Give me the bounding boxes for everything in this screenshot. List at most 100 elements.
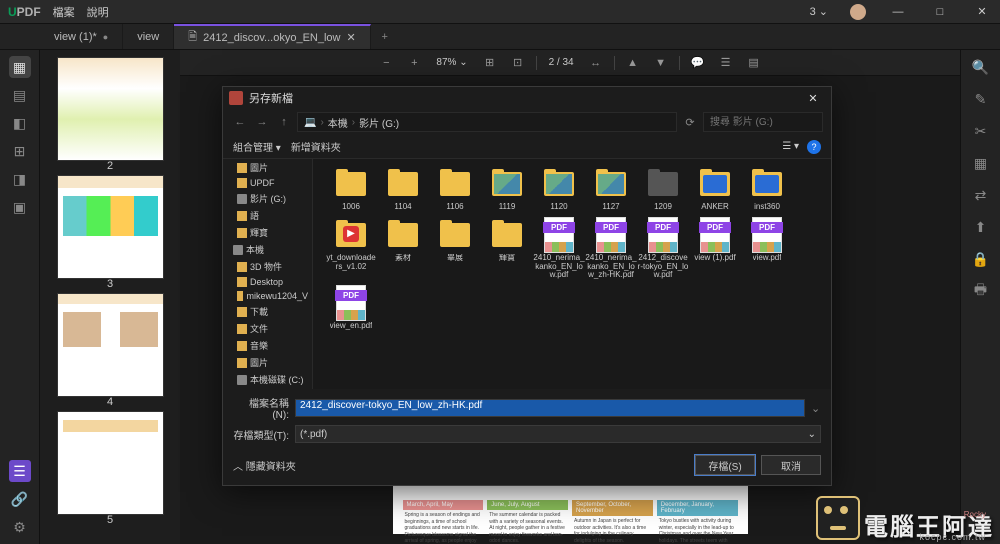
tool-icon-1[interactable]: ◧	[9, 112, 31, 134]
file-item[interactable]: 2410_nerima_kanko_EN_low_zh-HK.pdf	[585, 218, 637, 280]
organize-icon[interactable]: ▦	[970, 152, 992, 174]
tree-item[interactable]: Desktop	[223, 275, 312, 289]
menu-file[interactable]: 檔案	[53, 4, 75, 20]
tree-item[interactable]: 影片 (G:)	[223, 190, 312, 207]
nav-back-icon[interactable]: ←	[231, 113, 249, 131]
hide-folders-toggle[interactable]: 隱藏資料夾	[233, 458, 296, 473]
tool-icon-2[interactable]: ⊞	[9, 140, 31, 162]
view-options-icon[interactable]: ☰ ▾	[782, 141, 799, 152]
file-item[interactable]: 1127	[585, 167, 637, 212]
print-icon[interactable]: 🖶	[970, 280, 992, 302]
notif-count[interactable]: 3 ⌄	[810, 5, 828, 18]
tree-item[interactable]: Game (D:)	[223, 388, 312, 389]
fit-page-icon[interactable]: ⊡	[508, 53, 528, 73]
filetype-select[interactable]: (*.pdf)⌄	[295, 425, 821, 443]
file-item[interactable]: 2412_discover-tokyo_EN_low.pdf	[637, 218, 689, 280]
page-fit-icon[interactable]: ↔	[586, 53, 606, 73]
tree-item[interactable]: UPDF	[223, 176, 312, 190]
right-rail: 🔍 ✎ ✂ ▦ ⇄ ⬆ 🔒 🖶	[960, 50, 1000, 544]
tree-item[interactable]: 語	[223, 207, 312, 224]
page-up-icon[interactable]: ▲	[623, 53, 643, 73]
nav-forward-icon[interactable]: →	[253, 113, 271, 131]
season-winter-text: Tokyo bustles with activity during winte…	[657, 516, 738, 544]
tree-item[interactable]: 文件	[223, 320, 312, 337]
file-item[interactable]: view.pdf	[741, 218, 793, 280]
tree-item[interactable]: 圖片	[223, 159, 312, 176]
file-item[interactable]: 1106	[429, 167, 481, 212]
help-icon[interactable]: ?	[807, 140, 821, 154]
zoom-level[interactable]: 87% ⌄	[432, 57, 471, 68]
annotate-icon[interactable]: ✂	[970, 120, 992, 142]
zoom-in-icon[interactable]: +	[404, 53, 424, 73]
cancel-button[interactable]: 取消	[761, 455, 821, 475]
protect-icon[interactable]: 🔒	[970, 248, 992, 270]
file-item[interactable]: 畢展	[429, 218, 481, 280]
comment-icon[interactable]: 💬	[688, 53, 708, 73]
avatar[interactable]	[850, 4, 866, 20]
thumb-page-3[interactable]	[58, 176, 163, 278]
file-item[interactable]: yt_downloaders_v1.02	[325, 218, 377, 280]
tree-item[interactable]: 本機磁碟 (C:)	[223, 371, 312, 388]
thumb-page-5[interactable]	[58, 412, 163, 514]
add-tab-button[interactable]: +	[371, 24, 399, 49]
tab-view[interactable]: view	[123, 24, 174, 49]
zoom-out-icon[interactable]: −	[376, 53, 396, 73]
file-item[interactable]: view_en.pdf	[325, 286, 377, 331]
organize-menu[interactable]: 組合管理 ▾	[233, 139, 281, 154]
tool-icon-4[interactable]: ▣	[9, 196, 31, 218]
new-folder-button[interactable]: 新增資料夾	[291, 139, 341, 154]
tree-item[interactable]: 3D 物件	[223, 258, 312, 275]
attach-icon[interactable]: 🔗	[9, 488, 31, 510]
file-item[interactable]: 1209	[637, 167, 689, 212]
file-item[interactable]: 素材	[377, 218, 429, 280]
file-item[interactable]: 輝寶	[481, 218, 533, 280]
page-indicator[interactable]: 2 / 34	[545, 57, 578, 68]
folder-tree[interactable]: 圖片UPDF影片 (G:)語輝寶本機3D 物件Desktopmikewu1204…	[223, 159, 313, 389]
settings-icon[interactable]: ⚙	[9, 516, 31, 538]
filename-input[interactable]: 2412_discover-tokyo_EN_low_zh-HK.pdf	[295, 399, 805, 417]
nav-up-icon[interactable]: ↑	[275, 113, 293, 131]
search-icon[interactable]: 🔍	[970, 56, 992, 78]
breadcrumb[interactable]: 💻› 本機› 影片 (G:)	[297, 112, 677, 132]
file-item[interactable]: 2410_nerima_kanko_EN_low.pdf	[533, 218, 585, 280]
tab-view1[interactable]: view (1)*●	[40, 24, 123, 49]
file-item[interactable]: ANKER	[689, 167, 741, 212]
file-item[interactable]: view (1).pdf	[689, 218, 741, 280]
tree-item[interactable]: mikewu1204_V	[223, 289, 312, 303]
menu-help[interactable]: 說明	[87, 4, 109, 20]
share-icon[interactable]: ⬆	[970, 216, 992, 238]
minimize-icon[interactable]: —	[888, 6, 908, 18]
save-button[interactable]: 存檔(S)	[695, 455, 755, 475]
file-item[interactable]: inst360	[741, 167, 793, 212]
tab-discover-tokyo[interactable]: 🗎2412_discov...okyo_EN_low✕	[174, 24, 370, 49]
tree-item[interactable]: 輝寶	[223, 224, 312, 241]
thumbnails-icon[interactable]: ▦	[9, 56, 31, 78]
thumbnail-panel[interactable]: 2 3 4 5	[40, 50, 180, 544]
edit-icon[interactable]: ✎	[970, 88, 992, 110]
file-item[interactable]: 1120	[533, 167, 585, 212]
fit-width-icon[interactable]: ⊞	[480, 53, 500, 73]
tool-icon-3[interactable]: ◨	[9, 168, 31, 190]
maximize-icon[interactable]: □	[930, 6, 950, 18]
page-down-icon[interactable]: ▼	[651, 53, 671, 73]
refresh-icon[interactable]: ⟳	[681, 113, 699, 131]
view-mode-1-icon[interactable]: ☰	[716, 53, 736, 73]
close-icon[interactable]: ✕	[972, 5, 992, 18]
file-item[interactable]: 1119	[481, 167, 533, 212]
convert-icon[interactable]: ⇄	[970, 184, 992, 206]
file-item[interactable]: 1104	[377, 167, 429, 212]
tree-item[interactable]: 音樂	[223, 337, 312, 354]
tree-item[interactable]: 圖片	[223, 354, 312, 371]
tree-item[interactable]: 下載	[223, 303, 312, 320]
thumb-page-2[interactable]	[58, 58, 163, 160]
season-spring-text: Spring is a season of endings and beginn…	[403, 510, 484, 544]
view-mode-2-icon[interactable]: ▤	[744, 53, 764, 73]
file-item[interactable]: 1006	[325, 167, 377, 212]
search-input[interactable]	[703, 112, 823, 132]
thumb-page-4[interactable]	[58, 294, 163, 396]
rail-toggle[interactable]: ☰	[9, 460, 31, 482]
dialog-close-icon[interactable]: ✕	[801, 92, 825, 105]
file-grid[interactable]: 1006110411061119112011271209ANKERinst360…	[313, 159, 831, 389]
tree-item[interactable]: 本機	[223, 241, 312, 258]
bookmarks-icon[interactable]: ▤	[9, 84, 31, 106]
